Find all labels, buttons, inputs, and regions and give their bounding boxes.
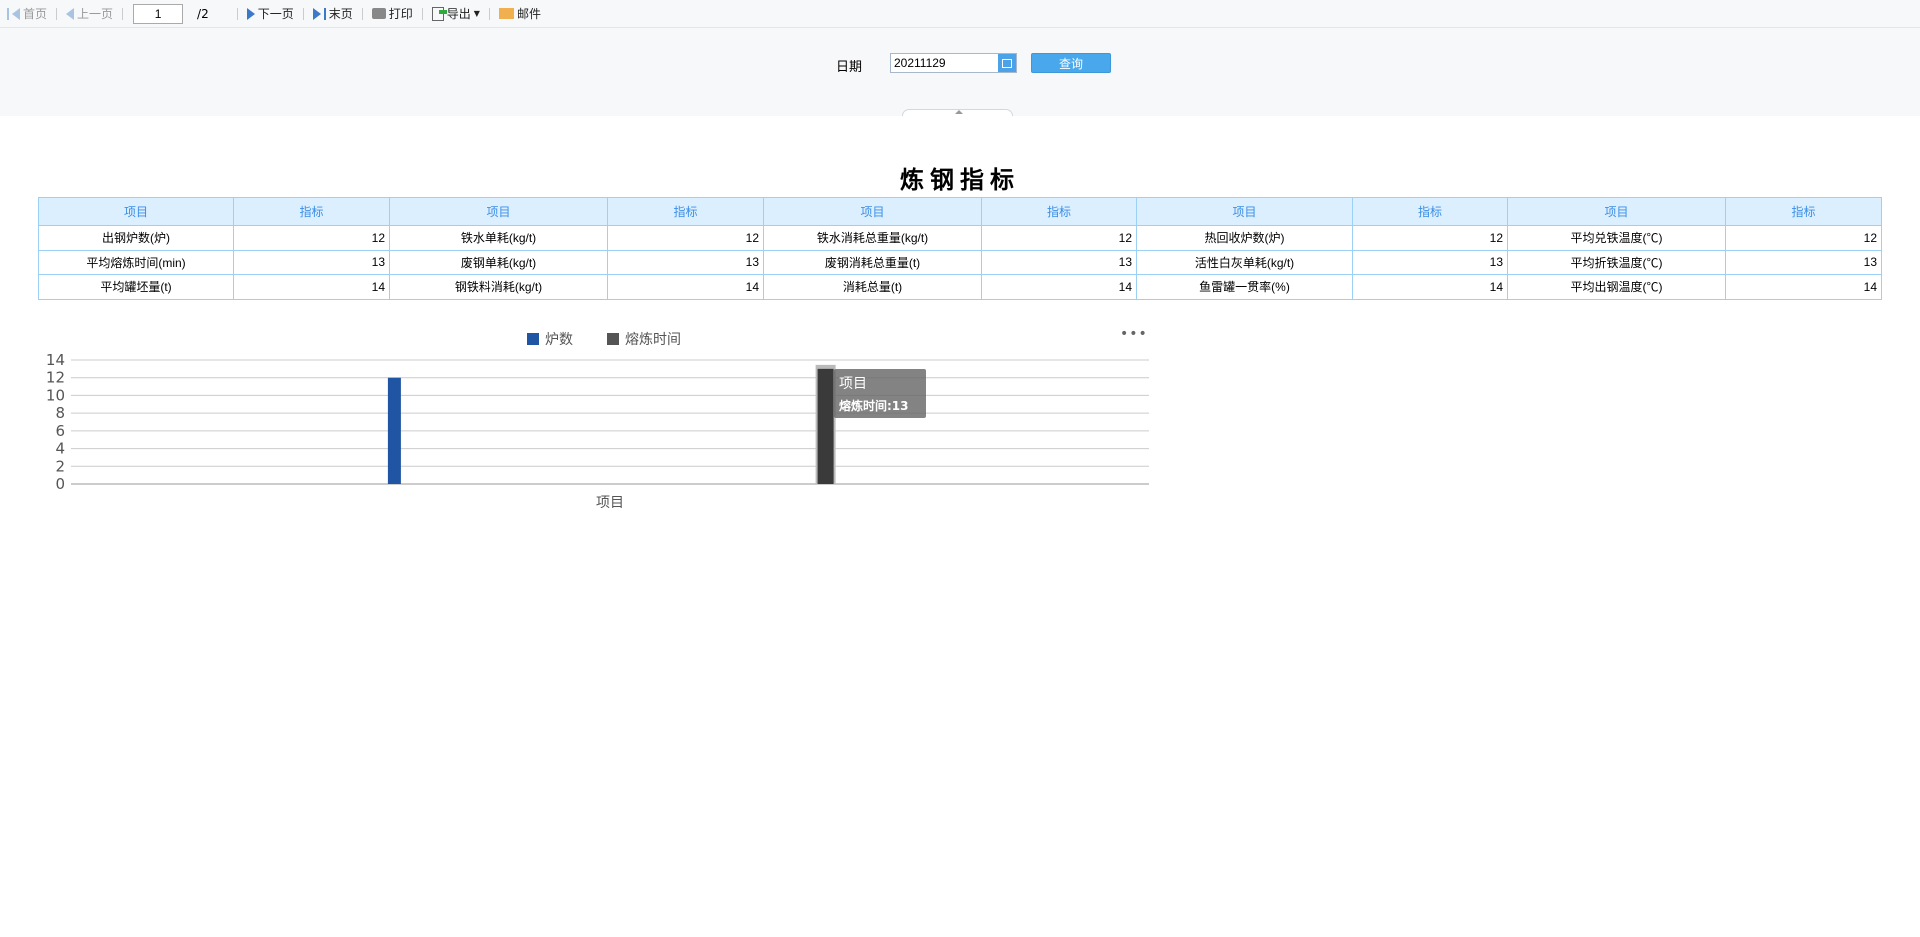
- calendar-icon[interactable]: [998, 54, 1016, 72]
- chevron-down-icon: ▼: [473, 9, 480, 18]
- column-header: 指标: [1352, 197, 1508, 226]
- column-header: 项目: [38, 197, 234, 226]
- next-icon: [246, 7, 255, 20]
- indicator-value: 12: [1725, 225, 1882, 251]
- item-name: 平均出钢温度(℃): [1507, 274, 1726, 300]
- column-header: 指标: [981, 197, 1137, 226]
- toolbar: 首页 上一页 /2 下一页 末页 打印 导出▼ 邮件: [0, 0, 1920, 28]
- report-title: 炼钢指标: [900, 166, 1020, 194]
- indicator-value: 14: [1725, 274, 1882, 300]
- y-tick-label: 12: [46, 369, 65, 387]
- more-options-icon[interactable]: •••: [1120, 326, 1148, 342]
- legend-label: 熔炼时间: [625, 332, 681, 348]
- item-name: 消耗总量(t): [763, 274, 982, 300]
- tooltip-title: 项目: [839, 376, 867, 392]
- indicator-value: 12: [607, 225, 764, 251]
- legend-swatch: [607, 333, 619, 345]
- item-name: 平均罐坯量(t): [38, 274, 234, 300]
- indicator-value: 12: [981, 225, 1137, 251]
- indicator-value: 13: [607, 249, 764, 275]
- prev-page-button[interactable]: 上一页: [63, 5, 116, 22]
- indicator-value: 14: [607, 274, 764, 300]
- mail-button[interactable]: 邮件: [496, 5, 544, 22]
- indicator-value: 14: [1352, 274, 1508, 300]
- y-tick-label: 2: [55, 457, 65, 475]
- y-tick-label: 8: [55, 404, 65, 422]
- legend-swatch: [527, 333, 539, 345]
- item-name: 活性白灰单耗(kg/t): [1136, 249, 1353, 275]
- item-name: 平均兑铁温度(℃): [1507, 225, 1726, 251]
- collapse-form-button[interactable]: [902, 109, 1013, 116]
- first-icon: [7, 7, 9, 20]
- query-form: 日期 查询: [0, 28, 1920, 116]
- indicator-table: 项目 指标 项目 指标 项目 指标 项目 指标 项目 指标 出钢炉数(炉) 12 铁水单耗(kg/t)…: [38, 197, 1882, 300]
- x-category-label: 项目: [596, 495, 624, 511]
- column-header: 指标: [233, 197, 390, 226]
- table-row: 出钢炉数(炉) 12 铁水单耗(kg/t) 12 铁水消耗总重量(kg/t) 12 热回收炉…: [38, 225, 1882, 251]
- indicator-value: 14: [981, 274, 1137, 300]
- item-name: 废钢消耗总重量(t): [763, 249, 982, 275]
- column-header: 项目: [1136, 197, 1353, 226]
- y-tick-label: 4: [55, 440, 65, 458]
- mail-icon: [498, 8, 514, 19]
- item-name: 铁水单耗(kg/t): [389, 225, 608, 251]
- next-page-button[interactable]: 下一页: [244, 5, 297, 22]
- indicator-value: 13: [1725, 249, 1882, 275]
- item-name: 平均折铁温度(℃): [1507, 249, 1726, 275]
- print-button[interactable]: 打印: [369, 5, 416, 22]
- y-tick-label: 6: [55, 422, 65, 440]
- y-tick-label: 0: [55, 475, 65, 493]
- indicator-value: 12: [233, 225, 390, 251]
- printer-icon: [371, 8, 386, 19]
- table-row: 平均熔炼时间(min) 13 废钢单耗(kg/t) 13 废钢消耗总重量(t) 13 活性白…: [38, 249, 1882, 275]
- item-name: 钢铁料消耗(kg/t): [389, 274, 608, 300]
- page-total: /2: [197, 6, 209, 21]
- indicator-value: 13: [981, 249, 1137, 275]
- item-name: 出钢炉数(炉): [38, 225, 234, 251]
- last-icon: [312, 7, 321, 20]
- item-name: 铁水消耗总重量(kg/t): [763, 225, 982, 251]
- y-tick-label: 14: [46, 351, 65, 369]
- last-page-button[interactable]: 末页: [310, 5, 356, 22]
- column-header: 项目: [763, 197, 982, 226]
- date-field[interactable]: [890, 53, 1017, 73]
- date-label: 日期: [836, 60, 863, 75]
- first-page-button[interactable]: 首页: [4, 5, 50, 22]
- indicator-value: 12: [1352, 225, 1508, 251]
- export-icon: [431, 6, 447, 21]
- export-button[interactable]: 导出 ▼: [429, 5, 483, 22]
- legend-label: 炉数: [545, 332, 573, 348]
- item-name: 废钢单耗(kg/t): [389, 249, 608, 275]
- chevron-up-icon: [955, 110, 963, 114]
- chart-tooltip: 项目 熔炼时间:13: [834, 369, 926, 418]
- indicator-value: 14: [233, 274, 390, 300]
- date-input[interactable]: [891, 54, 998, 72]
- column-header: 项目: [1507, 197, 1726, 226]
- bar-熔炼时间: [817, 368, 834, 484]
- column-header: 指标: [1725, 197, 1882, 226]
- query-button[interactable]: 查询: [1031, 53, 1111, 73]
- column-header: 项目: [389, 197, 608, 226]
- bar-chart: 02468101214 项目 炉数 熔炼时间: [46, 332, 1149, 511]
- table-header-row: 项目 指标 项目 指标 项目 指标 项目 指标 项目 指标: [38, 197, 1882, 226]
- bar-炉数: [387, 377, 401, 484]
- indicator-value: 13: [1352, 249, 1508, 275]
- table-row: 平均罐坯量(t) 14 钢铁料消耗(kg/t) 14 消耗总量(t) 14 鱼雷罐一贯率(%…: [38, 274, 1882, 300]
- item-name: 鱼雷罐一贯率(%): [1136, 274, 1353, 300]
- page-number-input[interactable]: [133, 3, 184, 24]
- item-name: 平均熔炼时间(min): [38, 249, 234, 275]
- y-tick-label: 10: [46, 386, 65, 404]
- indicator-value: 13: [233, 249, 390, 275]
- item-name: 热回收炉数(炉): [1136, 225, 1353, 251]
- column-header: 指标: [607, 197, 764, 226]
- prev-icon: [66, 7, 75, 20]
- tooltip-value: 熔炼时间:13: [839, 399, 909, 413]
